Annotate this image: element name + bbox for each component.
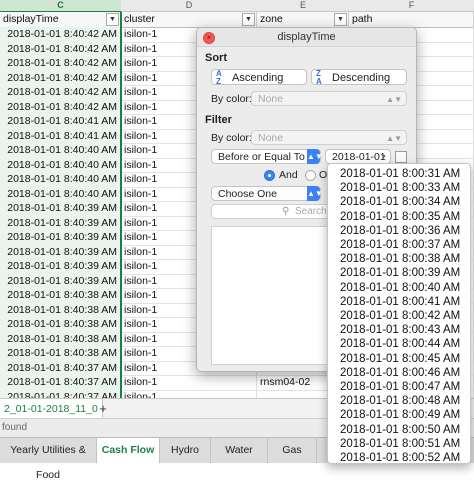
field-header-zone-label: zone (260, 13, 283, 25)
and-radio[interactable] (264, 170, 275, 181)
add-sheet-button[interactable]: + (96, 399, 110, 418)
table-cell[interactable]: 2018-01-01 8:40:38 AM (0, 346, 121, 361)
sort-descending-label: Descending (332, 72, 391, 84)
sheet-tab-active[interactable]: 2_01-01-2018_11_0 (0, 399, 103, 418)
table-cell[interactable]: 2018-01-01 8:40:38 AM (0, 288, 121, 303)
sort-ascending-icon: AZ (216, 69, 222, 86)
table-cell[interactable]: 2018-01-01 8:40:39 AM (0, 244, 121, 259)
sort-section-label: Sort (205, 52, 227, 64)
second-criteria-select[interactable]: Choose One ▲▼ (211, 186, 323, 201)
tab-water[interactable]: Water (211, 438, 268, 463)
updown-arrow-icon: ▲▼ (386, 134, 402, 143)
field-header-row: displayTime ▼ cluster ▼ zone ▼ path (0, 12, 474, 28)
table-cell[interactable]: 2018-01-01 8:40:39 AM (0, 215, 121, 230)
column-header-f[interactable]: F (349, 0, 474, 12)
sort-descending-button[interactable]: ZA Descending (311, 69, 407, 86)
table-cell[interactable]: 2018-01-01 8:40:39 AM (0, 273, 121, 288)
filter-by-color-select[interactable]: None ▲▼ (251, 130, 407, 145)
table-cell[interactable]: 2018-01-01 8:40:39 AM (0, 201, 121, 216)
filter-values-list[interactable] (211, 226, 343, 365)
sort-descending-icon: ZA (316, 69, 322, 86)
date-options-dropdown[interactable]: 2018-01-01 8:00:31 AM 2018-01-01 8:00:33 … (327, 163, 471, 464)
sort-ascending-button[interactable]: AZ Ascending (211, 69, 307, 86)
status-text: found (2, 422, 28, 433)
table-cell[interactable]: 2018-01-01 8:40:42 AM (0, 27, 121, 42)
calendar-icon[interactable] (395, 151, 407, 163)
table-cell[interactable]: 2018-01-01 8:40:38 AM (0, 302, 121, 317)
and-label: And (279, 169, 298, 181)
table-cell[interactable]: 2018-01-01 8:40:37 AM (0, 360, 121, 375)
filter-by-color-label: By color: (211, 132, 252, 144)
column-header-e[interactable]: E (257, 0, 350, 12)
table-cell[interactable]: 2018-01-01 8:40:42 AM (0, 56, 121, 71)
table-cell[interactable]: 2018-01-01 8:40:40 AM (0, 143, 121, 158)
sort-color-value: None (258, 93, 284, 105)
search-placeholder: Search (295, 206, 327, 217)
updown-arrow-icon: ▲▼ (386, 95, 402, 104)
table-cell[interactable]: 2018-01-01 8:40:40 AM (0, 172, 121, 187)
table-cell[interactable]: 2018-01-01 8:40:40 AM (0, 157, 121, 172)
or-radio[interactable] (305, 170, 316, 181)
filter-date-value: 2018-01-01 (332, 151, 386, 163)
tab-gas[interactable]: Gas (268, 438, 317, 463)
field-header-zone[interactable]: zone ▼ (257, 12, 349, 27)
table-cell[interactable]: 2018-01-01 8:40:40 AM (0, 186, 121, 201)
table-cell[interactable]: 2018-01-01 8:40:37 AM (0, 375, 121, 390)
filter-operator-select[interactable]: Before or Equal To ▲▼ (211, 149, 323, 164)
filter-icon[interactable]: ▼ (334, 13, 347, 26)
field-header-path-label: path (352, 13, 373, 25)
sort-ascending-label: Ascending (232, 72, 284, 84)
filter-section-label: Filter (205, 114, 232, 126)
field-header-displaytime-label: displayTime (3, 13, 59, 25)
field-header-path[interactable]: path (349, 12, 474, 27)
filter-date-input[interactable]: 2018-01-01 ▼ (325, 149, 391, 164)
selected-column-border (120, 12, 122, 398)
search-input[interactable]: ⚲ Search (211, 204, 341, 219)
table-cell[interactable]: 2018-01-01 8:40:39 AM (0, 230, 121, 245)
close-icon[interactable]: × (203, 32, 215, 44)
tab-hydro[interactable]: Hydro (160, 438, 211, 463)
sort-by-color-label: By color: (211, 93, 252, 105)
table-cell[interactable]: 2018-01-01 8:40:42 AM (0, 41, 121, 56)
table-cell[interactable]: 2018-01-01 8:40:39 AM (0, 259, 121, 274)
popup-title: displayTime (197, 28, 416, 47)
table-cell[interactable]: 2018-01-01 8:40:38 AM (0, 331, 121, 346)
filter-icon[interactable]: ▼ (242, 13, 255, 26)
table-cell[interactable]: 2018-01-01 8:40:42 AM (0, 99, 121, 114)
table-cell[interactable]: isilon-1 (121, 375, 257, 390)
updown-arrow-icon: ▲▼ (307, 149, 323, 164)
filter-color-value: None (258, 132, 284, 144)
field-header-cluster-label: cluster (124, 13, 155, 25)
search-icon: ⚲ (282, 206, 290, 217)
updown-arrow-icon: ▲▼ (307, 186, 323, 201)
table-cell[interactable]: 2018-01-01 8:40:42 AM (0, 85, 121, 100)
table-cell[interactable]: 2018-01-01 8:40:41 AM (0, 128, 121, 143)
field-header-cluster[interactable]: cluster ▼ (121, 12, 257, 27)
tab-yearly-utilities-food[interactable]: Yearly Utilities & Food (0, 438, 97, 481)
table-cell[interactable]: 2018-01-01 8:40:38 AM (0, 317, 121, 332)
second-criteria-value: Choose One (218, 188, 277, 200)
tab-cash-flow[interactable]: Cash Flow (97, 438, 160, 463)
filter-operator-value: Before or Equal To (218, 151, 305, 163)
column-header-d[interactable]: D (121, 0, 258, 12)
field-header-displaytime[interactable]: displayTime ▼ (0, 12, 121, 27)
sort-by-color-select[interactable]: None ▲▼ (251, 91, 407, 106)
filter-icon[interactable]: ▼ (106, 13, 119, 26)
table-cell[interactable]: 2018-01-01 8:40:42 AM (0, 70, 121, 85)
table-cell[interactable]: 2018-01-01 8:40:41 AM (0, 114, 121, 129)
